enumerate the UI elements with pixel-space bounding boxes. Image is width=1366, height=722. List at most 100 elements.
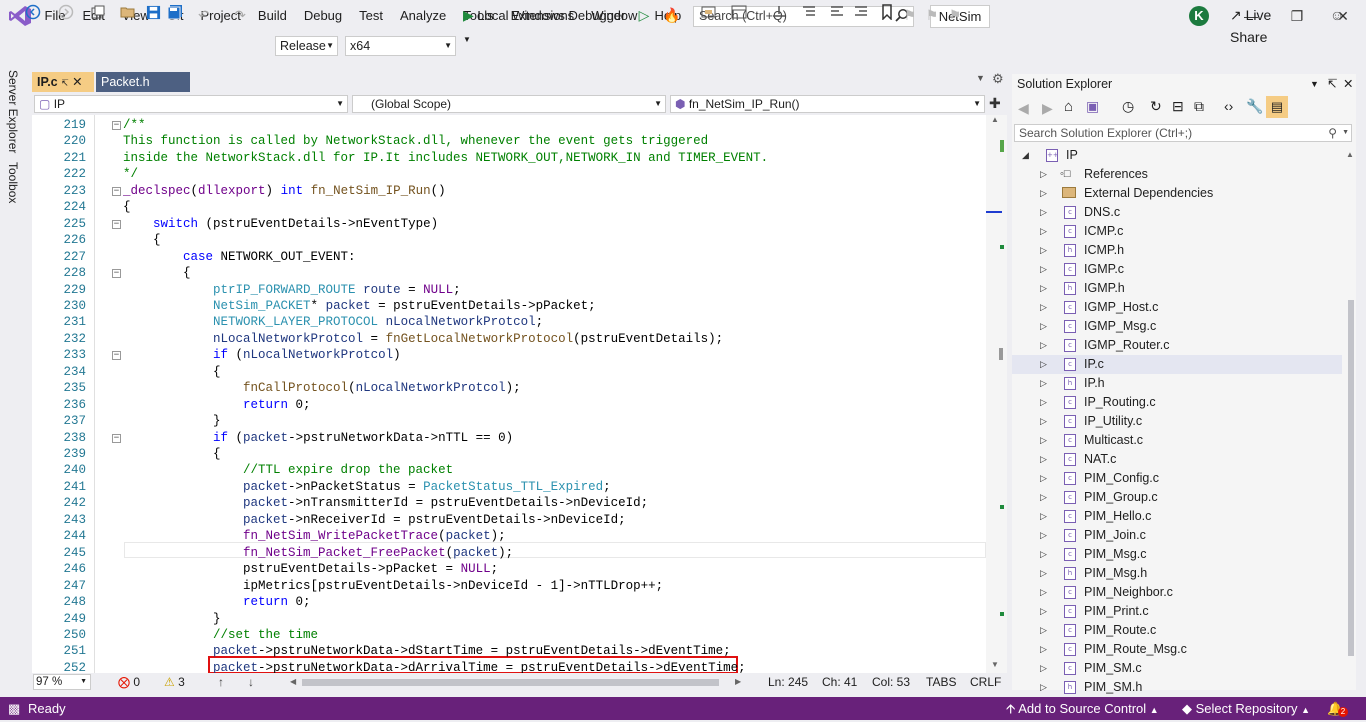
start-debugging-button[interactable]: ▶ Local Windows Debugger ▼ (463, 4, 633, 44)
code-line[interactable]: 230 NetSim_PACKET* packet = pstruEventDe… (32, 298, 992, 314)
split-icon[interactable]: ✚ (989, 95, 1001, 112)
code-line[interactable]: 222 */ (32, 166, 992, 182)
hot-reload-icon[interactable]: 🔥 (660, 4, 684, 26)
expand-chevron-icon[interactable]: ▷ (1040, 184, 1047, 203)
tree-item[interactable]: ▷ h PIM_SM.h (1012, 678, 1342, 697)
platform-select[interactable]: x64 ▼ (345, 36, 456, 56)
expanded-chevron-icon[interactable]: ◢ (1022, 146, 1029, 165)
avatar[interactable]: K (1189, 6, 1209, 26)
forward-icon[interactable]: ▶ (1042, 100, 1053, 117)
tree-item[interactable]: ▷ c PIM_Hello.c (1012, 507, 1342, 526)
code-line[interactable]: 245 fn_NetSim_Packet_FreePacket(packet); (32, 545, 992, 561)
code-editor[interactable]: 219−/** 220 This function is called by Net… (32, 115, 1007, 675)
code-line[interactable]: 239 { (32, 446, 992, 462)
close-tab-icon[interactable]: ✕ (72, 75, 82, 89)
step-icon[interactable] (770, 4, 788, 26)
switch-views-icon[interactable]: ▣ (1086, 98, 1099, 115)
solution-configs-icon[interactable] (700, 4, 718, 26)
pending-changes-icon[interactable]: ◷ (1122, 98, 1134, 115)
expand-chevron-icon[interactable]: ▷ (1040, 659, 1047, 678)
scroll-thumb[interactable] (999, 348, 1003, 360)
expand-chevron-icon[interactable]: ▷ (1040, 203, 1047, 222)
code-line[interactable]: 225 − switch (pstruEventDetails->nEventTy… (32, 216, 992, 232)
expand-chevron-icon[interactable]: ▷ (1040, 526, 1047, 545)
scroll-left-icon[interactable]: ◀ (290, 673, 296, 691)
expand-chevron-icon[interactable]: ▷ (1040, 260, 1047, 279)
code-line[interactable]: 243 packet->nReceiverId = pstruEventDeta… (32, 512, 992, 528)
tab-packet-h[interactable]: Packet.h (96, 72, 190, 92)
expand-chevron-icon[interactable]: ▷ (1040, 298, 1047, 317)
line-ending[interactable]: CRLF (970, 673, 1001, 691)
code-line[interactable]: 242 packet->nTransmitterId = pstruEventD… (32, 495, 992, 511)
tree-item[interactable]: ▷ c PIM_Print.c (1012, 602, 1342, 621)
tree-item[interactable]: ▷ c IP_Routing.c (1012, 393, 1342, 412)
redo-icon[interactable]: ↷ (232, 4, 248, 26)
expand-chevron-icon[interactable]: ▷ (1040, 393, 1047, 412)
expand-chevron-icon[interactable]: ▷ (1040, 469, 1047, 488)
tree-item[interactable]: ▷ c PIM_Group.c (1012, 488, 1342, 507)
tree-item[interactable]: ▷ h ICMP.h (1012, 241, 1342, 260)
tree-item[interactable]: ▷ c IP_Utility.c (1012, 412, 1342, 431)
back-icon[interactable]: ◀ (1018, 100, 1029, 117)
back-icon[interactable] (24, 4, 42, 26)
expand-chevron-icon[interactable]: ▷ (1040, 279, 1047, 298)
function-dropdown[interactable]: ⬢ fn_NetSim_IP_Run() ▼ (670, 95, 985, 113)
feedback-icon[interactable]: ☺ (1328, 4, 1346, 26)
tree-item[interactable]: ▷ c NAT.c (1012, 450, 1342, 469)
new-project-icon[interactable] (90, 4, 106, 26)
tree-item[interactable]: ▷ h PIM_Msg.h (1012, 564, 1342, 583)
expand-chevron-icon[interactable]: ▷ (1040, 678, 1047, 697)
start-without-debugging-icon[interactable]: ▷ (636, 4, 652, 26)
scroll-up-icon[interactable]: ▲ (1346, 150, 1354, 159)
expand-chevron-icon[interactable]: ▷ (1040, 640, 1047, 659)
expand-chevron-icon[interactable]: ▷ (1040, 374, 1047, 393)
expand-chevron-icon[interactable]: ▷ (1040, 222, 1047, 241)
tree-item[interactable]: ▷ External Dependencies (1012, 184, 1342, 203)
prev-issue-icon[interactable]: ↑ (218, 673, 224, 691)
zoom-dropdown[interactable]: 97 % ▼ (33, 674, 91, 690)
prev-bookmark-icon[interactable]: ⚑ (902, 4, 918, 26)
code-line[interactable]: 241 packet->nPacketStatus = PacketStatus… (32, 479, 992, 495)
expand-chevron-icon[interactable]: ▷ (1040, 545, 1047, 564)
tree-item[interactable]: ▷ c IGMP.c (1012, 260, 1342, 279)
code-line[interactable]: 220 This function is called by NetworkSta… (32, 133, 992, 149)
expand-chevron-icon[interactable]: ▷ (1040, 241, 1047, 260)
tree-item[interactable]: ▷ ◦□ References (1012, 165, 1342, 184)
tab-ip-c[interactable]: IP.c ↸ ✕ (32, 72, 94, 92)
collapse-toggle-icon[interactable]: − (112, 433, 121, 443)
code-line[interactable]: 235 fnCallProtocol(nLocalNetworkProtcol)… (32, 380, 992, 396)
code-line[interactable]: 221 inside the NetworkStack.dll for IP.It… (32, 150, 992, 166)
expand-chevron-icon[interactable]: ▷ (1040, 336, 1047, 355)
expand-chevron-icon[interactable]: ▷ (1040, 317, 1047, 336)
code-line[interactable]: 226 { (32, 232, 992, 248)
scroll-down-icon[interactable]: ▼ (991, 660, 999, 669)
bookmark-icon[interactable] (879, 4, 895, 26)
errors-indicator[interactable]: ⨂ 0 (118, 673, 140, 691)
warnings-indicator[interactable]: ⚠ 3 (164, 673, 185, 691)
tab-overflow-icon[interactable]: ▼ (976, 73, 985, 83)
undo-icon[interactable]: ↶ (196, 4, 212, 26)
collapse-toggle-icon[interactable]: − (112, 121, 121, 130)
scroll-up-icon[interactable]: ▲ (991, 115, 999, 124)
tree-item[interactable]: ▷ h IP.h (1012, 374, 1342, 393)
pin-icon[interactable]: ↸ (1327, 74, 1337, 94)
code-line[interactable]: 236 return 0; (32, 397, 992, 413)
expand-chevron-icon[interactable]: ▷ (1040, 431, 1047, 450)
tree-scroll-thumb[interactable] (1348, 300, 1354, 656)
indent-mode[interactable]: TABS (926, 673, 956, 691)
solution-search-input[interactable]: Search Solution Explorer (Ctrl+;) ⚲ ▼ (1014, 124, 1352, 142)
column-position[interactable]: Col: 53 (872, 673, 910, 691)
code-line[interactable]: 234 { (32, 364, 992, 380)
code-line[interactable]: 249 } (32, 611, 992, 627)
tree-item[interactable]: ▷ c IP.c (1012, 355, 1342, 374)
uncomment-icon[interactable] (852, 4, 870, 26)
save-icon[interactable] (145, 4, 161, 26)
open-file-icon[interactable] (120, 4, 136, 26)
configuration-select[interactable]: Release ▼ (275, 36, 338, 56)
expand-chevron-icon[interactable]: ▷ (1040, 583, 1047, 602)
code-line[interactable]: 227 case NETWORK_OUT_EVENT: (32, 249, 992, 265)
expand-chevron-icon[interactable]: ▷ (1040, 602, 1047, 621)
expand-chevron-icon[interactable]: ▷ (1040, 564, 1047, 583)
forward-icon[interactable] (58, 4, 74, 26)
panel-menu-icon[interactable]: ▼ (1310, 74, 1319, 94)
